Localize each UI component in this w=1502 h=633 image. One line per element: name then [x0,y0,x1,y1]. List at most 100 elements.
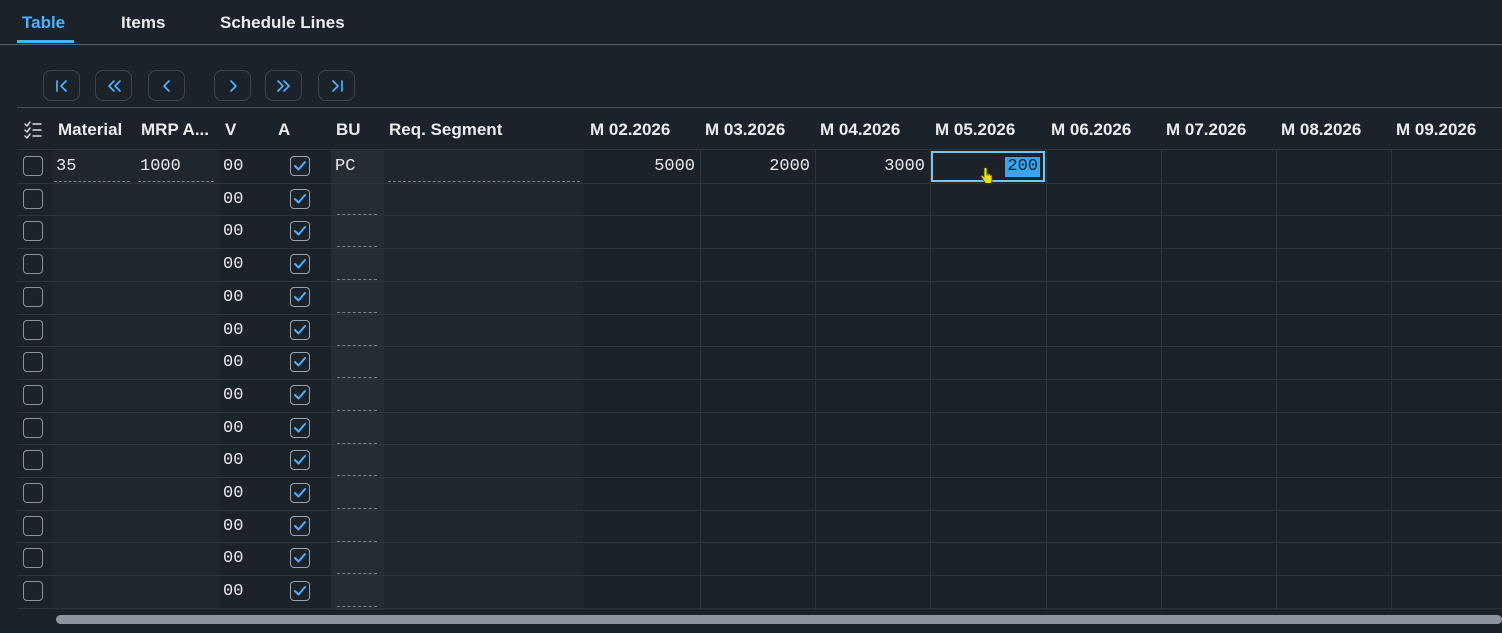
table-row: 00 [17,379,1502,411]
first-page-icon [55,79,67,92]
v-cell: 00 [223,320,244,340]
table-row: 00 [17,542,1502,575]
a-checkbox[interactable] [290,548,310,569]
table-row: 00 [17,248,1502,281]
v-cell: 00 [223,222,244,242]
checkmark-icon [294,389,306,400]
checkmark-icon [294,422,306,433]
a-checkbox[interactable] [290,221,310,242]
v-cell: 00 [223,353,244,373]
row-select-checkbox[interactable] [23,548,43,569]
checkmark-icon [294,553,306,563]
table-row: 00 [17,183,1502,215]
page-down-button[interactable] [265,70,302,101]
checkmark-icon [294,259,306,269]
checkmark-icon [294,193,306,204]
column-header-m09-2026[interactable]: M 09.2026 [1396,120,1476,140]
row-select-checkbox[interactable] [23,156,43,176]
column-header-mrp-area[interactable]: MRP A... [141,120,209,140]
page-up-button[interactable] [95,70,132,101]
a-checkbox[interactable] [290,254,310,275]
v-cell: 00 [223,157,244,176]
row-select-checkbox[interactable] [23,450,43,471]
table-row: 00 [17,281,1502,313]
column-header-m07-2026[interactable]: M 07.2026 [1166,120,1246,140]
v-cell: 00 [223,255,244,275]
v-cell: 00 [223,287,244,307]
column-header-m04-2026[interactable]: M 04.2026 [820,120,900,140]
tab-items[interactable]: Items [121,13,165,33]
v-cell: 00 [223,189,244,209]
row-select-checkbox[interactable] [23,384,43,405]
column-header-material[interactable]: Material [58,120,122,140]
row-select-checkbox[interactable] [23,417,43,438]
table-row: 00 [17,477,1502,509]
scrollbar-thumb[interactable] [56,615,1502,624]
v-cell: 00 [223,385,244,405]
row-select-checkbox[interactable] [23,483,43,503]
a-checkbox[interactable] [290,352,310,373]
last-page-button[interactable] [318,70,355,101]
table-row: 00 [17,575,1502,608]
a-checkbox[interactable] [290,417,310,438]
tab-table[interactable]: Table [22,13,65,33]
page-up-icon [107,79,121,92]
checkmark-icon [294,520,306,531]
column-header-m06-2026[interactable]: M 06.2026 [1051,120,1131,140]
row-select-checkbox[interactable] [23,352,43,373]
a-checkbox[interactable] [290,286,310,307]
next-button[interactable] [214,70,251,101]
a-checkbox[interactable] [290,319,310,340]
row-select-checkbox[interactable] [23,319,43,340]
row-select-checkbox[interactable] [23,515,43,536]
column-header-m02-2026[interactable]: M 02.2026 [590,120,670,140]
column-header-m03-2026[interactable]: M 03.2026 [705,120,785,140]
table-row: 00 [17,444,1502,477]
v-cell: 00 [223,549,244,569]
a-checkbox[interactable] [290,188,310,209]
column-header-v[interactable]: V [225,120,236,140]
column-header-m08-2026[interactable]: M 08.2026 [1281,120,1361,140]
table-row: 00 [17,215,1502,248]
data-table: Material MRP A... V A BU Req. Segment M … [17,108,1502,610]
active-tab-indicator [17,40,74,43]
row-select-checkbox[interactable] [23,221,43,242]
checkmark-icon [294,357,306,367]
checkmark-icon [294,586,306,596]
column-header-req-segment[interactable]: Req. Segment [389,120,502,140]
row-select-checkbox[interactable] [23,581,43,602]
table-row: 00 [17,510,1502,542]
table-row: 00 [17,412,1502,444]
last-page-icon [331,79,343,92]
row-select-checkbox[interactable] [23,254,43,275]
row-select-checkbox[interactable] [23,188,43,209]
a-checkbox[interactable] [290,384,310,405]
select-all-icon[interactable] [23,120,43,140]
row-select-checkbox[interactable] [23,286,43,307]
a-checkbox[interactable] [290,156,310,176]
first-page-button[interactable] [43,70,80,101]
a-checkbox[interactable] [290,515,310,536]
v-cell: 00 [223,451,244,471]
column-header-m05-2026[interactable]: M 05.2026 [935,120,1015,140]
a-checkbox[interactable] [290,483,310,503]
a-checkbox[interactable] [290,581,310,602]
checkmark-icon [294,161,306,171]
column-header-a[interactable]: A [278,120,290,140]
next-icon [229,79,237,92]
column-header-bu[interactable]: BU [336,120,361,140]
checkmark-icon [294,226,306,236]
page-down-icon [276,79,290,92]
checkmark-icon [294,488,306,498]
v-cell: 00 [223,582,244,602]
table-row: 00 [17,346,1502,379]
previous-icon [162,79,170,92]
a-checkbox[interactable] [290,450,310,471]
previous-button[interactable] [148,70,185,101]
table-row: 00 [17,314,1502,346]
row-separator [17,607,1502,609]
tab-bar: Table Items Schedule Lines [0,0,1502,45]
checkmark-icon [294,455,306,465]
tab-schedule-lines[interactable]: Schedule Lines [220,13,345,33]
v-cell: 00 [223,484,244,503]
